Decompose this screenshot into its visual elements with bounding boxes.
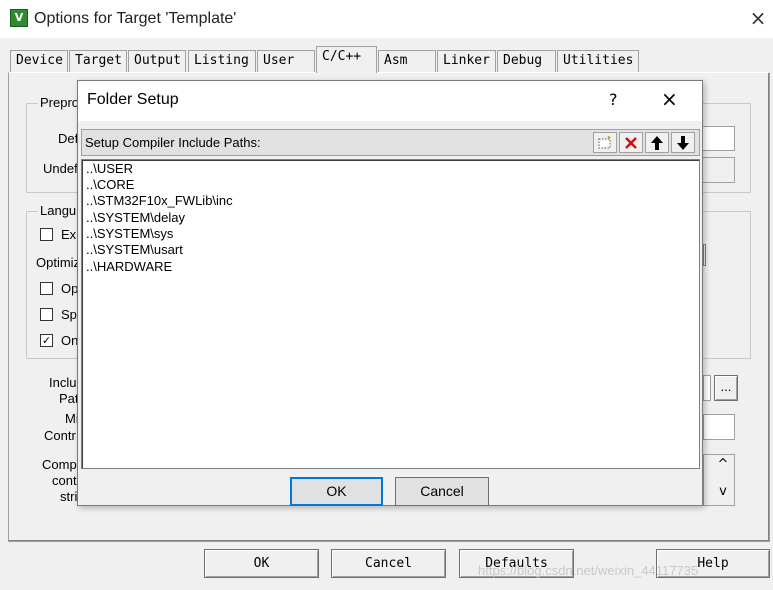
include-label: Inclu bbox=[49, 375, 77, 390]
dialog-cancel-button[interactable]: Cancel bbox=[395, 477, 489, 506]
folder-setup-dialog: Folder Setup ? × Setup Compiler Include … bbox=[77, 80, 703, 506]
include-paths-header-label: Setup Compiler Include Paths: bbox=[85, 135, 261, 150]
undefine-label: Undef bbox=[43, 161, 78, 176]
checkbox-ex[interactable] bbox=[40, 228, 53, 241]
tab-utilities[interactable]: Utilities bbox=[557, 50, 639, 72]
dialog-help-icon[interactable]: ? bbox=[609, 90, 618, 109]
list-item[interactable]: ..\SYSTEM\sys bbox=[86, 226, 173, 242]
define-field[interactable] bbox=[700, 126, 735, 151]
move-down-icon[interactable] bbox=[671, 132, 695, 153]
browse-button[interactable]: ... bbox=[714, 375, 738, 401]
misc-controls-field[interactable] bbox=[703, 414, 735, 440]
move-up-icon[interactable] bbox=[645, 132, 669, 153]
string-label: stri bbox=[60, 489, 78, 504]
checkbox-on-checked-icon[interactable]: ✓ bbox=[40, 334, 53, 347]
checkbox-sp[interactable] bbox=[40, 308, 53, 321]
list-item[interactable]: ..\USER bbox=[86, 161, 133, 177]
tab-device[interactable]: Device bbox=[10, 50, 68, 72]
tab-debug[interactable]: Debug bbox=[497, 50, 556, 72]
tab-user[interactable]: User bbox=[257, 50, 315, 72]
paths-label: Pat bbox=[59, 391, 79, 406]
tab-linker[interactable]: Linker bbox=[437, 50, 496, 72]
checkbox-op-label: Op bbox=[61, 281, 79, 296]
new-folder-icon[interactable] bbox=[593, 132, 617, 153]
control-label: cont bbox=[52, 473, 77, 488]
include-paths-header: Setup Compiler Include Paths: bbox=[81, 129, 700, 156]
checkbox-op[interactable] bbox=[40, 282, 53, 295]
window-close-icon[interactable]: × bbox=[748, 8, 768, 28]
right-panel-edge bbox=[703, 244, 706, 266]
list-item[interactable]: ..\CORE bbox=[86, 177, 134, 193]
language-group-label: Langu bbox=[38, 203, 79, 218]
tab-c-cpp[interactable]: C/C++ bbox=[316, 46, 377, 73]
tab-asm[interactable]: Asm bbox=[378, 50, 436, 72]
compiler-label: Comp bbox=[42, 457, 77, 472]
include-paths-field[interactable] bbox=[703, 375, 711, 401]
undefine-field[interactable] bbox=[700, 157, 735, 183]
checkbox-sp-label: Sp bbox=[61, 307, 77, 322]
list-item[interactable]: ..\SYSTEM\usart bbox=[86, 242, 183, 258]
window-title: Options for Target 'Template' bbox=[34, 10, 237, 27]
preprocessor-group-label: Prepro bbox=[38, 95, 82, 110]
list-item[interactable]: ..\STM32F10x_FWLib\inc bbox=[86, 193, 233, 209]
delete-icon[interactable] bbox=[619, 132, 643, 153]
include-paths-list[interactable]: ..\USER ..\CORE ..\STM32F10x_FWLib\inc .… bbox=[81, 159, 700, 469]
scroll-up-icon[interactable]: ^ bbox=[713, 457, 733, 475]
optimize-label: Optimiz bbox=[36, 255, 81, 270]
list-item[interactable]: ..\HARDWARE bbox=[86, 259, 172, 275]
controls-label: Contr bbox=[44, 428, 76, 443]
cancel-button[interactable]: Cancel bbox=[331, 549, 446, 578]
tab-listing[interactable]: Listing bbox=[188, 50, 256, 72]
dialog-close-icon[interactable]: × bbox=[661, 87, 678, 111]
app-logo-icon: V bbox=[10, 9, 28, 27]
checkbox-ex-label: Ex bbox=[61, 227, 77, 242]
checkbox-on-label: On bbox=[61, 333, 79, 348]
tab-target[interactable]: Target bbox=[69, 50, 127, 72]
watermark-text: https://blog.csdn.net/weixin_44117735 bbox=[478, 563, 699, 578]
dialog-ok-button[interactable]: OK bbox=[290, 477, 383, 506]
scroll-down-icon[interactable]: v bbox=[713, 484, 733, 502]
dialog-title: Folder Setup bbox=[87, 91, 179, 108]
define-label: Def bbox=[58, 131, 79, 146]
ok-button[interactable]: OK bbox=[204, 549, 319, 578]
tab-output[interactable]: Output bbox=[128, 50, 186, 72]
list-item[interactable]: ..\SYSTEM\delay bbox=[86, 210, 185, 226]
